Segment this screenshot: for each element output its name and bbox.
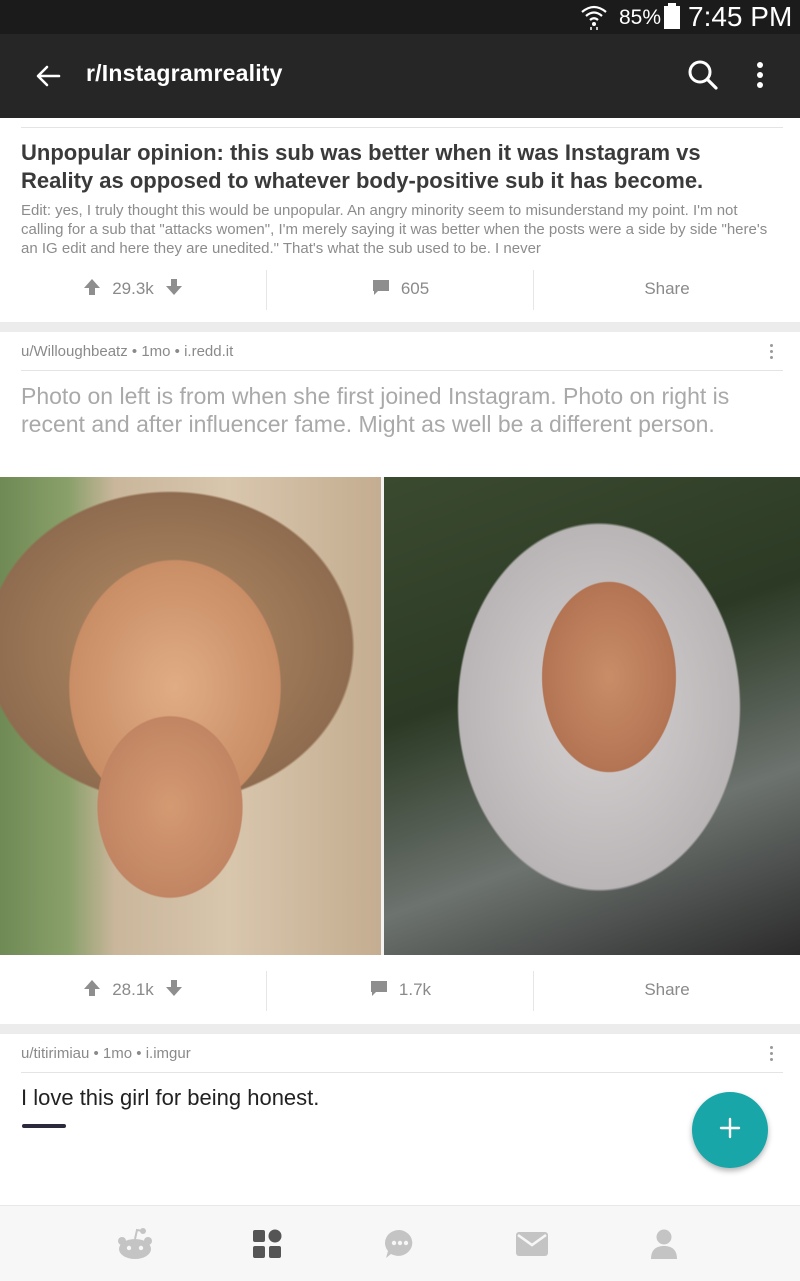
comment-count: 1.7k [398,980,432,999]
plus-icon [719,1117,741,1144]
vote-score: 28.1k [112,980,154,999]
subreddit-title: r/Instagramreality [86,60,283,86]
post-meta[interactable]: u/titirimiau • 1mo • i.imgur [21,1045,191,1062]
post-title[interactable]: Photo on left is from when she first joi… [21,382,771,438]
post-body-preview[interactable]: Edit: yes, I truly thought this would be… [21,201,781,258]
post-image-peek [22,1124,66,1128]
profile-icon[interactable] [644,1224,684,1264]
share-button[interactable]: Share [534,961,800,1019]
post-separator [0,322,800,332]
post-actions: 28.1k 1.7k Share [0,961,800,1019]
status-bar: 85% 7:45 PM [0,0,800,34]
comment-icon [371,277,391,302]
create-post-button[interactable] [692,1092,768,1168]
inbox-icon[interactable] [512,1224,552,1264]
comments-button[interactable]: 1.7k [267,961,533,1019]
clock: 7:45 PM [688,1,793,32]
after-photo [384,477,800,955]
chat-icon[interactable] [380,1224,420,1264]
back-arrow-icon[interactable] [33,61,63,96]
post-menu-icon[interactable] [770,1046,774,1064]
bottom-navigation [0,1205,800,1281]
home-icon[interactable] [115,1224,155,1264]
comments-button[interactable]: 605 [267,260,533,318]
battery-icon [664,3,680,29]
vote-controls: 28.1k [0,961,266,1019]
vote-score: 29.3k [112,279,154,298]
post-separator [0,1024,800,1034]
vote-controls: 29.3k [0,260,266,318]
post-title[interactable]: I love this girl for being honest. [21,1084,771,1112]
wifi-icon [580,3,608,36]
more-options-icon[interactable] [748,58,772,97]
comment-count: 605 [400,279,430,298]
upvote-icon[interactable] [82,978,102,1003]
post-image[interactable] [0,477,800,955]
share-label: Share [644,279,690,298]
post-title[interactable]: Unpopular opinion: this sub was better w… [21,139,771,195]
divider [21,370,783,371]
post-actions: 29.3k 605 Share [0,260,800,318]
before-photo [0,477,381,955]
search-icon[interactable] [686,58,720,97]
downvote-icon[interactable] [164,978,184,1003]
comment-icon [369,978,389,1003]
communities-icon[interactable] [247,1224,287,1264]
post-meta[interactable]: u/Willoughbeatz • 1mo • i.redd.it [21,343,233,360]
app-bar: r/Instagramreality [0,34,800,118]
upvote-icon[interactable] [82,277,102,302]
battery-percent: 85% [619,6,662,29]
divider [21,1072,783,1073]
post-menu-icon[interactable] [770,344,774,362]
divider [21,127,783,128]
share-label: Share [644,980,690,999]
share-button[interactable]: Share [534,260,800,318]
downvote-icon[interactable] [164,277,184,302]
